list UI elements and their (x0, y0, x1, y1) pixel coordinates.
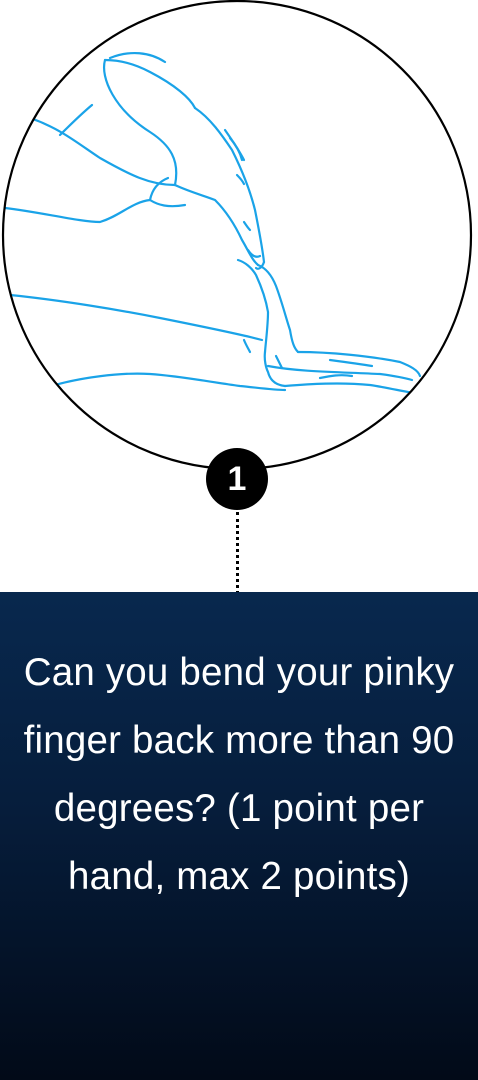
hand-drawing (3, 52, 422, 396)
question-panel: Can you bend your pinky finger back more… (0, 592, 478, 1080)
step-number-badge: 1 (206, 448, 268, 510)
dotted-connector (236, 512, 239, 594)
hand-pinky-bend-illustration (1, 0, 473, 471)
illustration-frame (1, 0, 473, 471)
question-text: Can you bend your pinky finger back more… (23, 651, 455, 898)
